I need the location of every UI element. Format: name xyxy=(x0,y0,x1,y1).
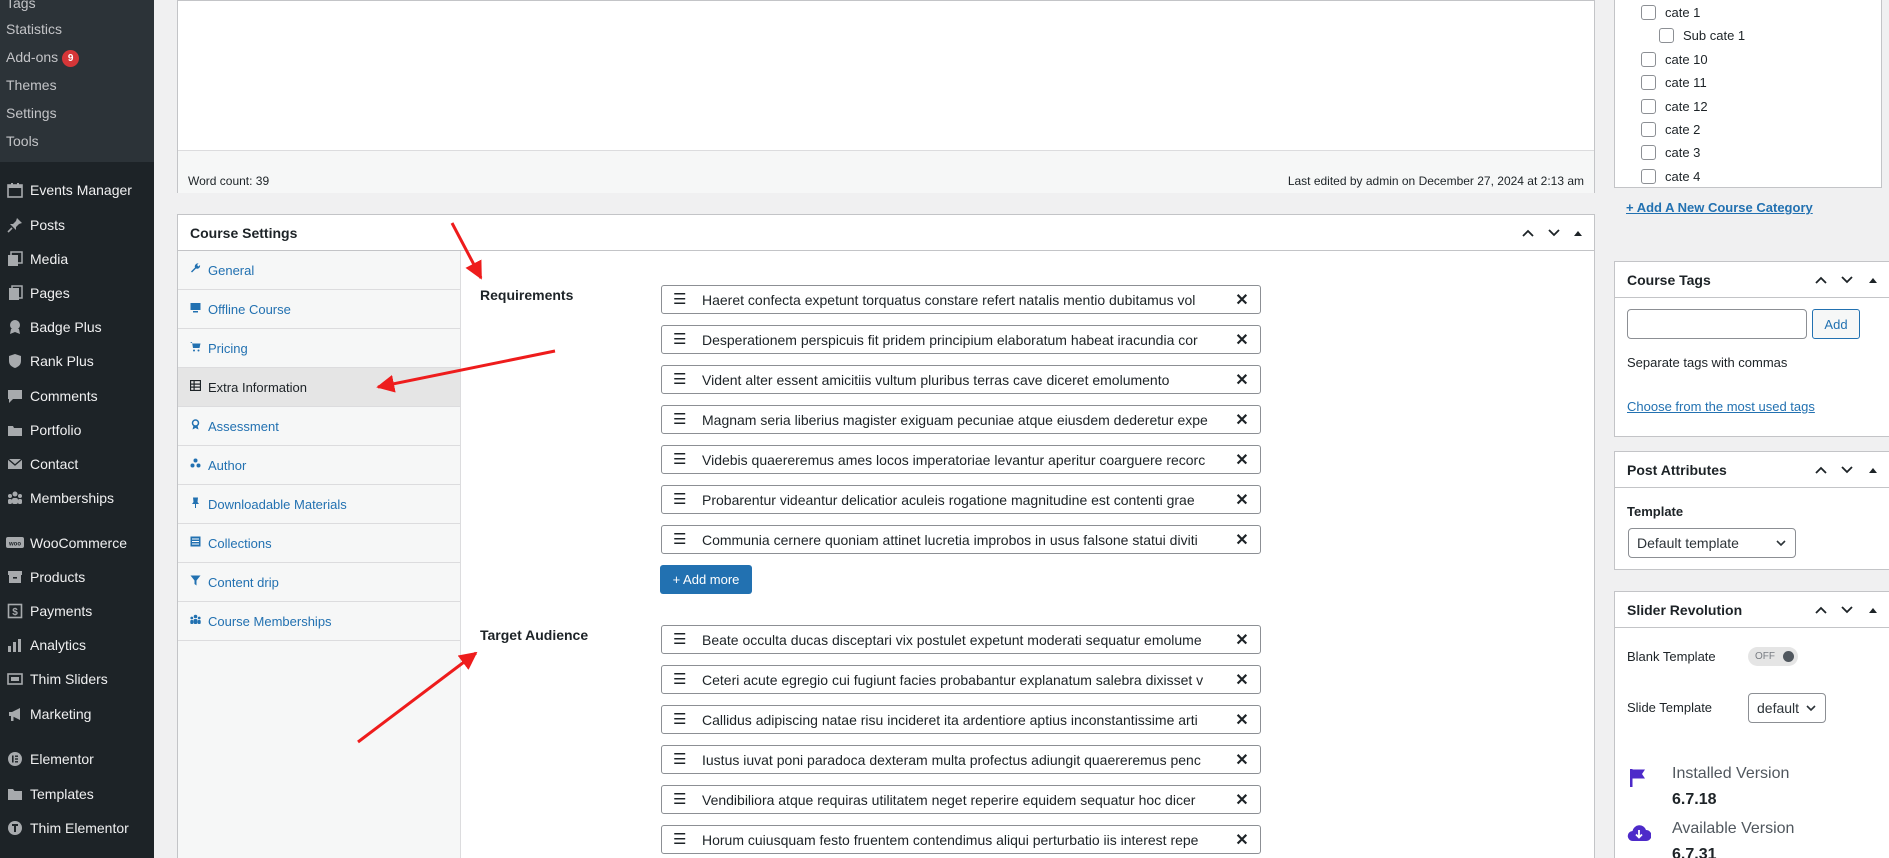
arrow-to-requirements xyxy=(450,222,483,280)
category-label: cate 4 xyxy=(1665,169,1701,184)
move-down-icon[interactable] xyxy=(1837,270,1857,290)
course-tags-header: Course Tags xyxy=(1615,262,1889,298)
category-label: cate 11 xyxy=(1665,75,1707,90)
template-select[interactable]: Default template xyxy=(1628,528,1796,558)
toggle-knob xyxy=(1783,651,1794,662)
category-label: Sub cate 1 xyxy=(1683,28,1746,43)
blank-template-toggle[interactable]: OFF xyxy=(1748,647,1798,666)
category-item[interactable]: cate 2 xyxy=(1641,122,1700,137)
blank-template-label: Blank Template xyxy=(1627,649,1716,664)
installed-version-label: Installed Version xyxy=(1672,765,1790,782)
move-up-icon[interactable] xyxy=(1811,460,1831,480)
slider-revolution-title: Slider Revolution xyxy=(1627,602,1743,618)
tags-hint: Separate tags with commas xyxy=(1627,355,1788,370)
collapse-toggle-icon[interactable] xyxy=(1863,460,1883,480)
post-attributes-title: Post Attributes xyxy=(1627,462,1727,478)
checkbox[interactable] xyxy=(1641,145,1656,160)
course-tags-box: Course Tags Add Separate tags with comma… xyxy=(1614,261,1889,437)
toggle-state: OFF xyxy=(1755,651,1775,662)
collapse-toggle-icon[interactable] xyxy=(1863,270,1883,290)
arrow-to-target-audience xyxy=(357,651,478,744)
add-tag-button[interactable]: Add xyxy=(1812,309,1860,339)
slider-revolution-header: Slider Revolution xyxy=(1615,592,1889,628)
move-up-icon[interactable] xyxy=(1811,600,1831,620)
move-up-icon[interactable] xyxy=(1811,270,1831,290)
checkbox[interactable] xyxy=(1641,99,1656,114)
category-item[interactable]: cate 11 xyxy=(1641,75,1707,90)
cloud-download-icon xyxy=(1627,824,1652,845)
category-label: cate 1 xyxy=(1665,5,1701,20)
category-item[interactable]: cate 10 xyxy=(1641,52,1708,67)
checkbox[interactable] xyxy=(1641,52,1656,67)
slide-template-select[interactable]: default xyxy=(1748,693,1826,723)
category-label: cate 3 xyxy=(1665,145,1701,160)
template-label: Template xyxy=(1627,504,1684,519)
post-attributes-header: Post Attributes xyxy=(1615,452,1889,488)
category-label: cate 2 xyxy=(1665,122,1701,137)
category-label: cate 10 xyxy=(1665,52,1708,67)
checkbox[interactable] xyxy=(1641,122,1656,137)
move-down-icon[interactable] xyxy=(1837,600,1857,620)
chevron-down-icon xyxy=(1775,536,1787,548)
category-item[interactable]: cate 1 xyxy=(1641,5,1700,20)
available-version-value: 6.7.31 xyxy=(1672,846,1717,858)
course-categories-list: cate 1 Sub cate 1 cate 10 cate 11 cate 1… xyxy=(1614,0,1882,188)
category-item[interactable]: Sub cate 1 xyxy=(1659,28,1745,43)
category-item[interactable]: cate 12 xyxy=(1641,99,1708,114)
slider-revolution-box: Slider Revolution Blank Template OFF Sli… xyxy=(1614,591,1889,858)
available-version-label: Available Version xyxy=(1672,820,1795,837)
installed-version-value: 6.7.18 xyxy=(1672,791,1717,808)
most-used-tags-link[interactable]: Choose from the most used tags xyxy=(1627,399,1815,414)
category-item[interactable]: cate 4 xyxy=(1641,169,1700,184)
slide-template-label: Slide Template xyxy=(1627,700,1713,715)
course-tags-title: Course Tags xyxy=(1627,272,1711,288)
tag-input[interactable] xyxy=(1627,309,1807,339)
arrow-to-extra-information-tab xyxy=(376,349,556,393)
chevron-down-icon xyxy=(1805,701,1817,713)
add-course-category-link[interactable]: + Add A New Course Category xyxy=(1626,200,1813,215)
move-down-icon[interactable] xyxy=(1837,460,1857,480)
checkbox[interactable] xyxy=(1659,28,1674,43)
collapse-toggle-icon[interactable] xyxy=(1863,600,1883,620)
checkbox[interactable] xyxy=(1641,75,1656,90)
slide-template-value: default xyxy=(1757,700,1800,716)
category-item[interactable]: cate 3 xyxy=(1641,145,1700,160)
category-label: cate 12 xyxy=(1665,99,1708,114)
checkbox[interactable] xyxy=(1641,5,1656,20)
annotation-arrows xyxy=(357,222,556,744)
post-attributes-box: Post Attributes Template Default templat… xyxy=(1614,451,1889,570)
template-select-value: Default template xyxy=(1637,535,1739,551)
checkbox[interactable] xyxy=(1641,169,1656,184)
flag-icon xyxy=(1629,768,1647,791)
